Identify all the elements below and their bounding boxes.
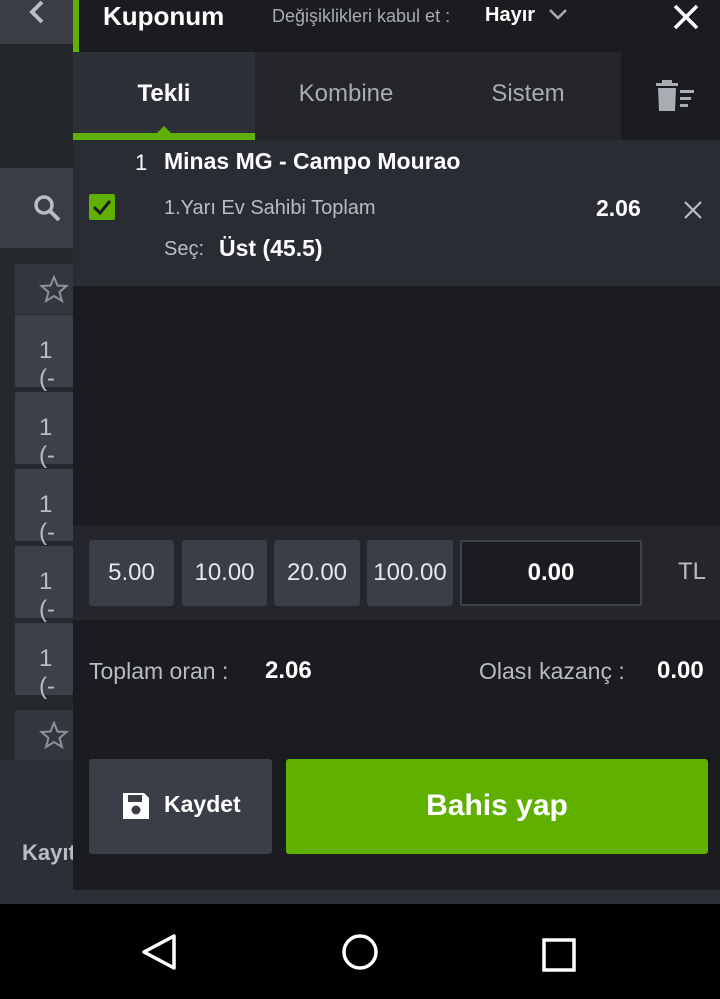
currency-label: TL (678, 558, 707, 585)
bet-checkbox[interactable] (89, 194, 115, 220)
chevron-down-icon[interactable] (548, 6, 568, 22)
stake-area: 5.00 10.00 20.00 100.00 TL (73, 525, 720, 620)
bg-search-band (0, 168, 73, 248)
tab-label: Kombine (298, 80, 394, 107)
nav-back-icon[interactable] (140, 932, 180, 972)
bg-register-link[interactable]: Kayıt (22, 840, 73, 866)
stake-input[interactable] (460, 540, 642, 606)
bet-index: 1 (135, 150, 148, 175)
bg-row-text: 1 (- (39, 645, 55, 700)
tab-kombine[interactable]: Kombine (255, 52, 437, 140)
remove-icon[interactable] (683, 200, 703, 220)
save-button[interactable]: Kaydet (89, 759, 272, 854)
bg-odds-row[interactable]: 1 (- (15, 546, 73, 623)
stake-chip-10[interactable]: 10.00 (182, 540, 267, 606)
coupon-header: Kuponum Değişiklikleri kabul et : Hayır (79, 0, 720, 52)
save-button-label: Kaydet (164, 791, 241, 817)
bet-market: 1.Yarı Ev Sahibi Toplam (164, 197, 376, 219)
bg-row-text: 1 (- (39, 414, 55, 469)
place-bet-button[interactable]: Bahis yap (286, 759, 708, 854)
bg-odds-row[interactable]: 1 (- (15, 392, 73, 469)
search-icon[interactable] (32, 193, 62, 223)
bet-odds: 2.06 (596, 195, 641, 221)
panel-bottom-edge (73, 890, 720, 904)
system-nav-bar (0, 904, 720, 999)
bg-favorite-row[interactable] (15, 264, 73, 314)
bg-odds-row[interactable]: 1 (- (15, 469, 73, 546)
bg-top-bar (0, 0, 73, 44)
bg-event-list: 1 (- 1 (- 1 (- 1 (- 1 (- (0, 248, 73, 760)
accept-changes-label: Değişiklikleri kabul et : (272, 6, 451, 26)
coupon-tabs: Tekli Kombine Sistem (73, 52, 720, 140)
bg-footer (0, 760, 73, 904)
total-odds-label: Toplam oran : (89, 658, 229, 684)
chevron-left-icon[interactable] (22, 0, 52, 30)
stake-chip-5[interactable]: 5.00 (89, 540, 174, 606)
nav-recents-icon[interactable] (542, 938, 576, 972)
potential-win-value: 0.00 (657, 657, 704, 684)
bet-match-name: Minas MG - Campo Mourao (164, 148, 461, 174)
stake-chip-100[interactable]: 100.00 (367, 540, 453, 606)
bg-odds-row[interactable]: 1 (- (15, 623, 73, 700)
accept-changes-dropdown[interactable]: Hayır (485, 2, 535, 28)
bg-row-text: 1 (- (39, 568, 55, 623)
bg-row-text: 1 (- (39, 337, 55, 392)
coupon-title: Kuponum (103, 1, 225, 31)
screen: 1 (- 1 (- 1 (- 1 (- 1 (- Kayıt Kuponum D… (0, 0, 720, 999)
bg-favorite-row[interactable] (15, 710, 73, 760)
tab-label: Sistem (491, 80, 565, 107)
selection-value: Üst (45.5) (219, 235, 323, 261)
nav-home-icon[interactable] (340, 932, 380, 972)
floppy-disk-icon (123, 793, 149, 819)
tab-sistem[interactable]: Sistem (437, 52, 619, 140)
tab-tekli[interactable]: Tekli (73, 52, 255, 140)
tab-label: Tekli (137, 80, 191, 107)
potential-win-label: Olası kazanç : (479, 658, 625, 684)
total-odds-value: 2.06 (265, 657, 312, 684)
trash-icon (656, 80, 694, 111)
selection-label: Seç: (164, 238, 205, 260)
checkbox-checked-icon (92, 200, 112, 216)
star-icon[interactable] (39, 721, 69, 749)
close-icon[interactable] (671, 2, 701, 32)
active-tab-underline (73, 133, 255, 140)
star-icon[interactable] (39, 275, 69, 303)
bg-odds-row[interactable]: 1 (- (15, 315, 73, 392)
coupon-summary: Toplam oran : 2.06 Olası kazanç : 0.00 (73, 620, 720, 720)
stake-chip-20[interactable]: 20.00 (274, 540, 360, 606)
clear-coupon-button[interactable] (621, 52, 720, 140)
bg-row-text: 1 (- (39, 491, 55, 546)
bg-header-area (0, 44, 73, 168)
bet-item: 1 Minas MG - Campo Mourao 1.Yarı Ev Sahi… (73, 140, 720, 286)
